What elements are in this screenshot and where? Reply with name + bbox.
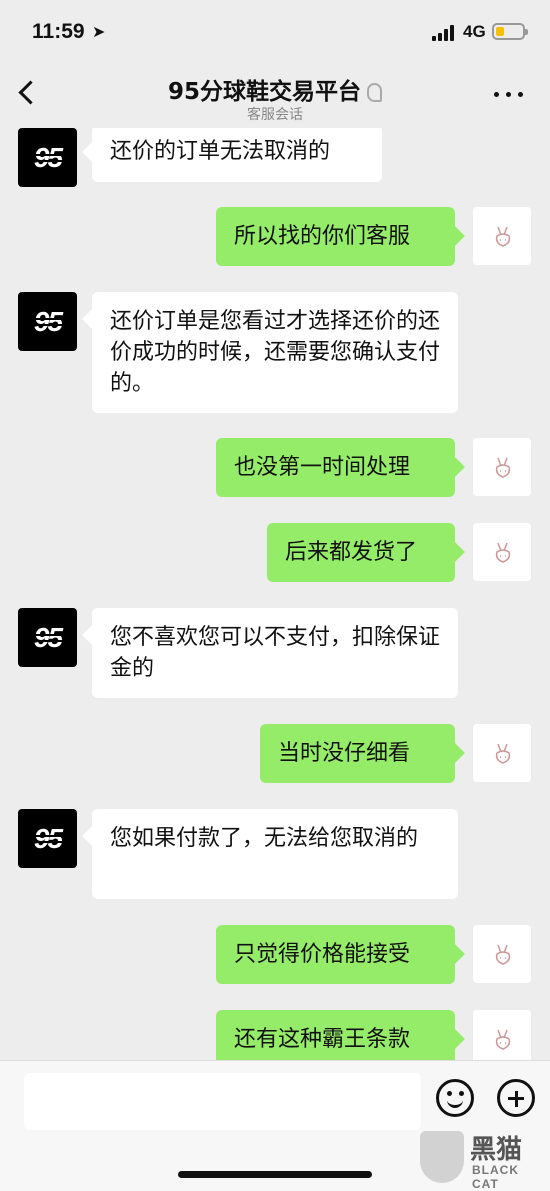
- agent-avatar[interactable]: 95: [18, 128, 77, 187]
- 95-logo-icon: 95: [33, 306, 63, 337]
- page-title-text: 95分球鞋交易平台: [167, 79, 361, 105]
- message-bubble-agent[interactable]: 您不喜欢您可以不支付，扣除保证金的: [92, 608, 458, 698]
- watermark-subtitle: BLACK CAT: [472, 1163, 519, 1191]
- message-bubble-user[interactable]: 当时没仔细看: [260, 724, 455, 783]
- nav-bar: 95分球鞋交易平台 客服会话: [0, 64, 550, 128]
- plus-icon[interactable]: [497, 1079, 535, 1117]
- message-bubble-user[interactable]: 还有这种霸王条款: [216, 1010, 455, 1060]
- message-bubble-agent[interactable]: 您如果付款了，无法给您取消的: [92, 809, 458, 899]
- agent-avatar[interactable]: 95: [18, 292, 77, 351]
- status-bar: 11:59 ➤ 4G: [0, 0, 550, 64]
- user-avatar[interactable]: [473, 438, 531, 496]
- user-avatar[interactable]: [473, 724, 531, 782]
- 95-logo-icon: 95: [33, 142, 63, 173]
- 95-logo-icon: 95: [33, 823, 63, 854]
- 95-logo-icon: 95: [33, 622, 63, 653]
- message-bubble-agent[interactable]: 还价的订单无法取消的: [92, 128, 382, 182]
- user-avatar[interactable]: [473, 523, 531, 581]
- page-subtitle: 客服会话: [247, 107, 303, 123]
- watermark-title: 黑猫: [470, 1135, 523, 1165]
- black-cat-watermark: 黑猫 BLACK CAT: [420, 1129, 550, 1191]
- message-bubble-user[interactable]: 只觉得价格能接受: [216, 925, 455, 984]
- message-bubble-user[interactable]: 所以找的你们客服: [216, 207, 455, 266]
- rabbit-icon: [495, 1029, 511, 1050]
- message-bubble-agent[interactable]: 还价订单是您看过才选择还价的还价成功的时候，还需要您确认支付的。: [92, 292, 458, 413]
- battery-icon: [492, 23, 528, 40]
- rabbit-icon: [495, 944, 511, 965]
- message-input[interactable]: [24, 1073, 421, 1130]
- cat-logo-icon: [420, 1131, 464, 1183]
- message-bubble-user[interactable]: 后来都发货了: [267, 523, 455, 582]
- agent-avatar[interactable]: 95: [18, 809, 77, 868]
- page-title: 95分球鞋交易平台: [0, 72, 550, 106]
- user-avatar[interactable]: [473, 1010, 531, 1060]
- rabbit-icon: [495, 542, 511, 563]
- home-indicator[interactable]: [178, 1171, 372, 1178]
- input-bar: 黑猫 BLACK CAT: [0, 1060, 550, 1191]
- user-avatar[interactable]: [473, 925, 531, 983]
- network-type: 4G: [463, 22, 486, 41]
- message-bubble-user[interactable]: 也没第一时间处理: [216, 438, 455, 497]
- user-avatar[interactable]: [473, 207, 531, 265]
- ear-icon[interactable]: [367, 83, 382, 102]
- status-time: 11:59: [32, 20, 85, 43]
- rabbit-icon: [495, 743, 511, 764]
- more-dots-icon[interactable]: [494, 92, 524, 98]
- emoji-icon[interactable]: [436, 1079, 474, 1117]
- agent-avatar[interactable]: 95: [18, 608, 77, 667]
- location-arrow-icon: ➤: [92, 22, 106, 41]
- signal-icon: [432, 25, 456, 41]
- chat-area[interactable]: 95 还价的订单无法取消的 所以找的你们客服 95 还价订单是您看过才选择还价的…: [0, 128, 550, 1060]
- rabbit-icon: [495, 226, 511, 247]
- rabbit-icon: [495, 457, 511, 478]
